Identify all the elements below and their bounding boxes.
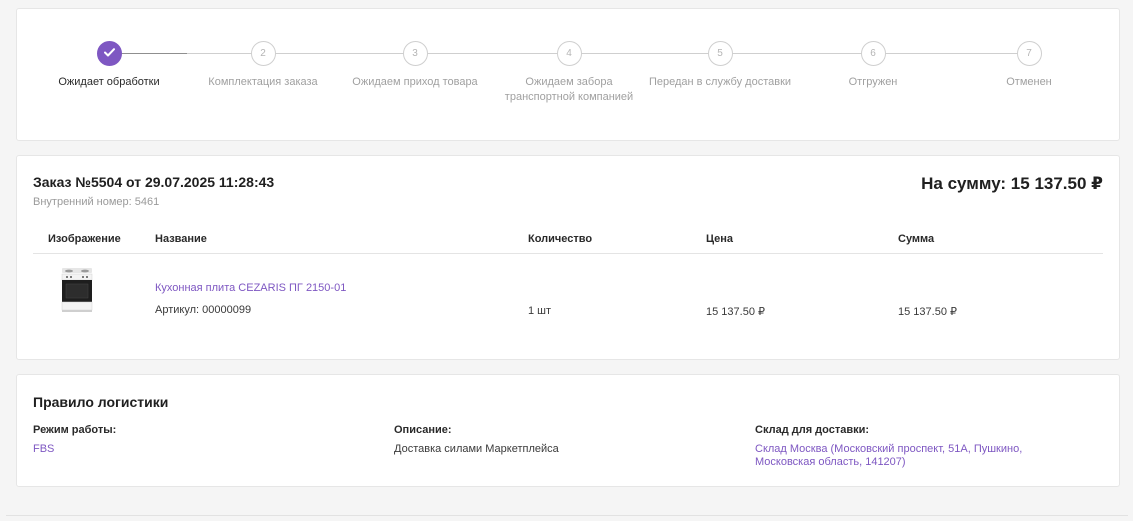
table-header-divider — [33, 253, 1103, 254]
step-label: Передан в службу доставки — [648, 76, 792, 88]
work-mode-value[interactable]: FBS — [33, 443, 54, 456]
step-cancelled: 7 Отменен — [949, 41, 1109, 90]
column-header-sum: Сумма — [898, 233, 935, 245]
product-sku: Артикул: 00000099 — [155, 304, 252, 316]
step-awaiting-goods: 3 Ожидаем приход товара — [335, 41, 495, 90]
column-header-name: Название — [155, 233, 207, 245]
logistics-title: Правило логистики — [33, 394, 169, 410]
step-circle: 4 — [556, 41, 582, 66]
step-handed-to-delivery: 5 Передан в службу доставки — [640, 41, 800, 90]
step-circle: 5 — [707, 41, 733, 66]
order-internal-number: Внутренний номер: 5461 — [33, 196, 160, 208]
step-circle: 2 — [250, 41, 276, 66]
description-value: Доставка силами Маркетплейса — [394, 443, 559, 455]
step-order-picking: 2 Комплектация заказа — [183, 41, 343, 90]
step-label: Ожидаем приход товара — [352, 76, 478, 88]
product-name-link[interactable]: Кухонная плита CEZARIS ПГ 2150-01 — [155, 282, 346, 294]
check-icon — [103, 48, 115, 57]
order-total: На сумму: 15 137.50 ₽ — [921, 174, 1103, 193]
step-label: Отменен — [1006, 76, 1052, 88]
order-status-stepper: Ожидает обработки 2 Комплектация заказа … — [16, 8, 1120, 141]
order-details-card: Заказ №5504 от 29.07.2025 11:28:43 Внутр… — [16, 155, 1120, 360]
step-circle — [96, 41, 122, 66]
step-label: Комплектация заказа — [208, 76, 318, 88]
step-awaiting-carrier: 4 Ожидаем забора транспортной компанией — [489, 41, 649, 105]
warehouse-label: Склад для доставки: — [755, 424, 870, 436]
product-price: 15 137.50 ₽ — [706, 306, 765, 318]
step-circle: 6 — [860, 41, 886, 66]
warehouse-link[interactable]: Склад Москва (Московский проспект, 51А, … — [755, 443, 1095, 469]
step-label: Отгружен — [848, 76, 898, 88]
product-sum: 15 137.50 ₽ — [898, 306, 957, 318]
product-quantity: 1 шт — [528, 305, 552, 317]
logistics-rule-card: Правило логистики Режим работы: FBS Опис… — [16, 374, 1120, 487]
warehouse-address-line: Склад Москва (Московский проспект, 51А, … — [755, 443, 1023, 455]
step-awaiting-processing: Ожидает обработки — [29, 41, 189, 90]
column-header-quantity: Количество — [528, 233, 593, 245]
order-page: Ожидает обработки 2 Комплектация заказа … — [6, 0, 1128, 516]
column-header-price: Цена — [706, 233, 734, 245]
warehouse-address-line: Московская область, 141207) — [755, 456, 906, 468]
step-shipped: 6 Отгружен — [793, 41, 953, 90]
step-label: Ожидает обработки — [58, 76, 160, 88]
order-title: Заказ №5504 от 29.07.2025 11:28:43 — [33, 174, 275, 190]
step-label: Ожидаем забора транспортной компанией — [504, 76, 634, 103]
description-label: Описание: — [394, 424, 452, 436]
column-header-image: Изображение — [48, 233, 121, 245]
gas-stove-image[interactable] — [59, 266, 95, 332]
step-circle: 3 — [402, 41, 428, 66]
step-circle: 7 — [1016, 41, 1042, 66]
work-mode-label: Режим работы: — [33, 424, 117, 436]
